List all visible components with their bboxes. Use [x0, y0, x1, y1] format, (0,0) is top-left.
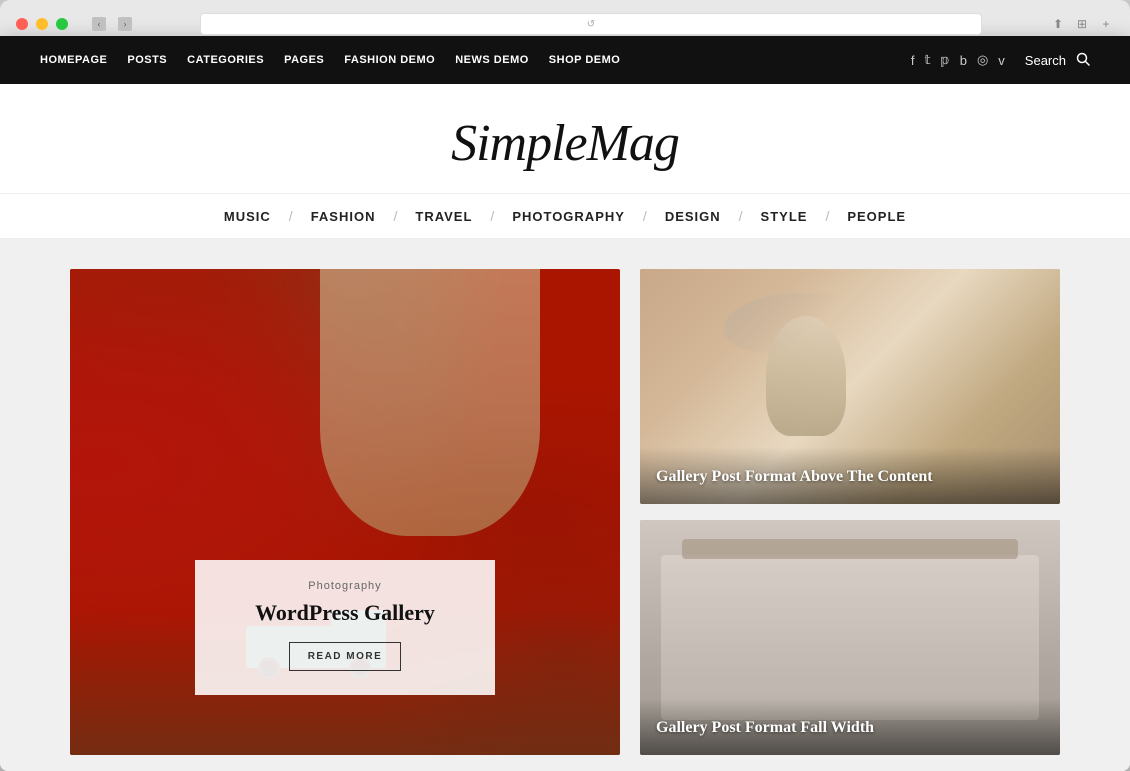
search-label: Search — [1025, 53, 1066, 68]
cat-travel[interactable]: TRAVEL — [397, 209, 490, 224]
side-post-1-overlay: Gallery Post Format Above The Content — [640, 447, 1060, 504]
cat-design[interactable]: DESIGN — [647, 209, 739, 224]
cat-photography[interactable]: PHOTOGRAPHY — [494, 209, 643, 224]
featured-category: Photography — [225, 580, 465, 592]
featured-title: WordPress Gallery — [225, 600, 465, 626]
back-button[interactable]: ‹ — [92, 17, 106, 31]
cat-style[interactable]: STYLE — [743, 209, 826, 224]
cat-music[interactable]: MUSIC — [206, 209, 289, 224]
read-more-button[interactable]: READ MORE — [289, 642, 402, 671]
site-logo[interactable]: SimpleMag — [0, 114, 1130, 173]
main-content: Photography WordPress Gallery READ MORE — [0, 239, 1130, 771]
nav-shop-demo[interactable]: SHOP DEMO — [549, 54, 621, 66]
side-post-1[interactable]: Gallery Post Format Above The Content — [640, 269, 1060, 504]
nav-pages[interactable]: PAGES — [284, 54, 324, 66]
top-navbar: HOMEPAGE POSTS CATEGORIES PAGES FASHION … — [0, 36, 1130, 84]
side-post-2-overlay: Gallery Post Format Fall Width — [640, 698, 1060, 755]
pinterest-icon[interactable]: 𝕡 — [941, 52, 950, 68]
nav-posts[interactable]: POSTS — [127, 54, 167, 66]
category-nav: MUSIC / FASHION / TRAVEL / PHOTOGRAPHY /… — [0, 194, 1130, 239]
url-bar[interactable]: ↺ — [200, 13, 982, 35]
nav-homepage[interactable]: HOMEPAGE — [40, 54, 107, 66]
top-nav-links: HOMEPAGE POSTS CATEGORIES PAGES FASHION … — [40, 54, 911, 66]
cat-people[interactable]: PEOPLE — [829, 209, 924, 224]
nav-categories[interactable]: CATEGORIES — [187, 54, 264, 66]
logo-area: SimpleMag — [0, 84, 1130, 194]
new-tab-button[interactable]: ⊞ — [1074, 16, 1090, 32]
featured-post[interactable]: Photography WordPress Gallery READ MORE — [70, 269, 620, 755]
featured-overlay: Photography WordPress Gallery READ MORE — [195, 560, 495, 695]
top-nav-right: f 𝕥 𝕡 b ◎ v Search — [911, 52, 1090, 69]
minimize-button[interactable] — [36, 18, 48, 30]
browser-window: HOMEPAGE POSTS CATEGORIES PAGES FASHION … — [0, 36, 1130, 771]
cat-fashion[interactable]: FASHION — [293, 209, 394, 224]
close-button[interactable] — [16, 18, 28, 30]
vimeo-icon[interactable]: v — [998, 53, 1005, 68]
fullscreen-button[interactable] — [56, 18, 68, 30]
instagram-icon[interactable]: ◎ — [977, 52, 988, 68]
nav-news-demo[interactable]: NEWS DEMO — [455, 54, 529, 66]
mac-titlebar: ‹ › ↺ ⬆ ⊞ + — [0, 0, 1130, 36]
side-post-2-title: Gallery Post Format Fall Width — [656, 718, 1044, 739]
side-posts: Gallery Post Format Above The Content Ga… — [640, 269, 1060, 755]
facebook-icon[interactable]: f — [911, 53, 915, 68]
sidebar-toggle[interactable]: + — [1098, 16, 1114, 32]
side-post-2[interactable]: Gallery Post Format Fall Width — [640, 520, 1060, 755]
twitter-icon[interactable]: 𝕥 — [924, 52, 930, 68]
bloglovin-icon[interactable]: b — [960, 53, 967, 68]
share-button[interactable]: ⬆ — [1050, 16, 1066, 32]
nav-fashion-demo[interactable]: FASHION DEMO — [344, 54, 435, 66]
forward-button[interactable]: › — [118, 17, 132, 31]
side-post-1-title: Gallery Post Format Above The Content — [656, 467, 1044, 488]
search-icon[interactable] — [1076, 52, 1090, 69]
